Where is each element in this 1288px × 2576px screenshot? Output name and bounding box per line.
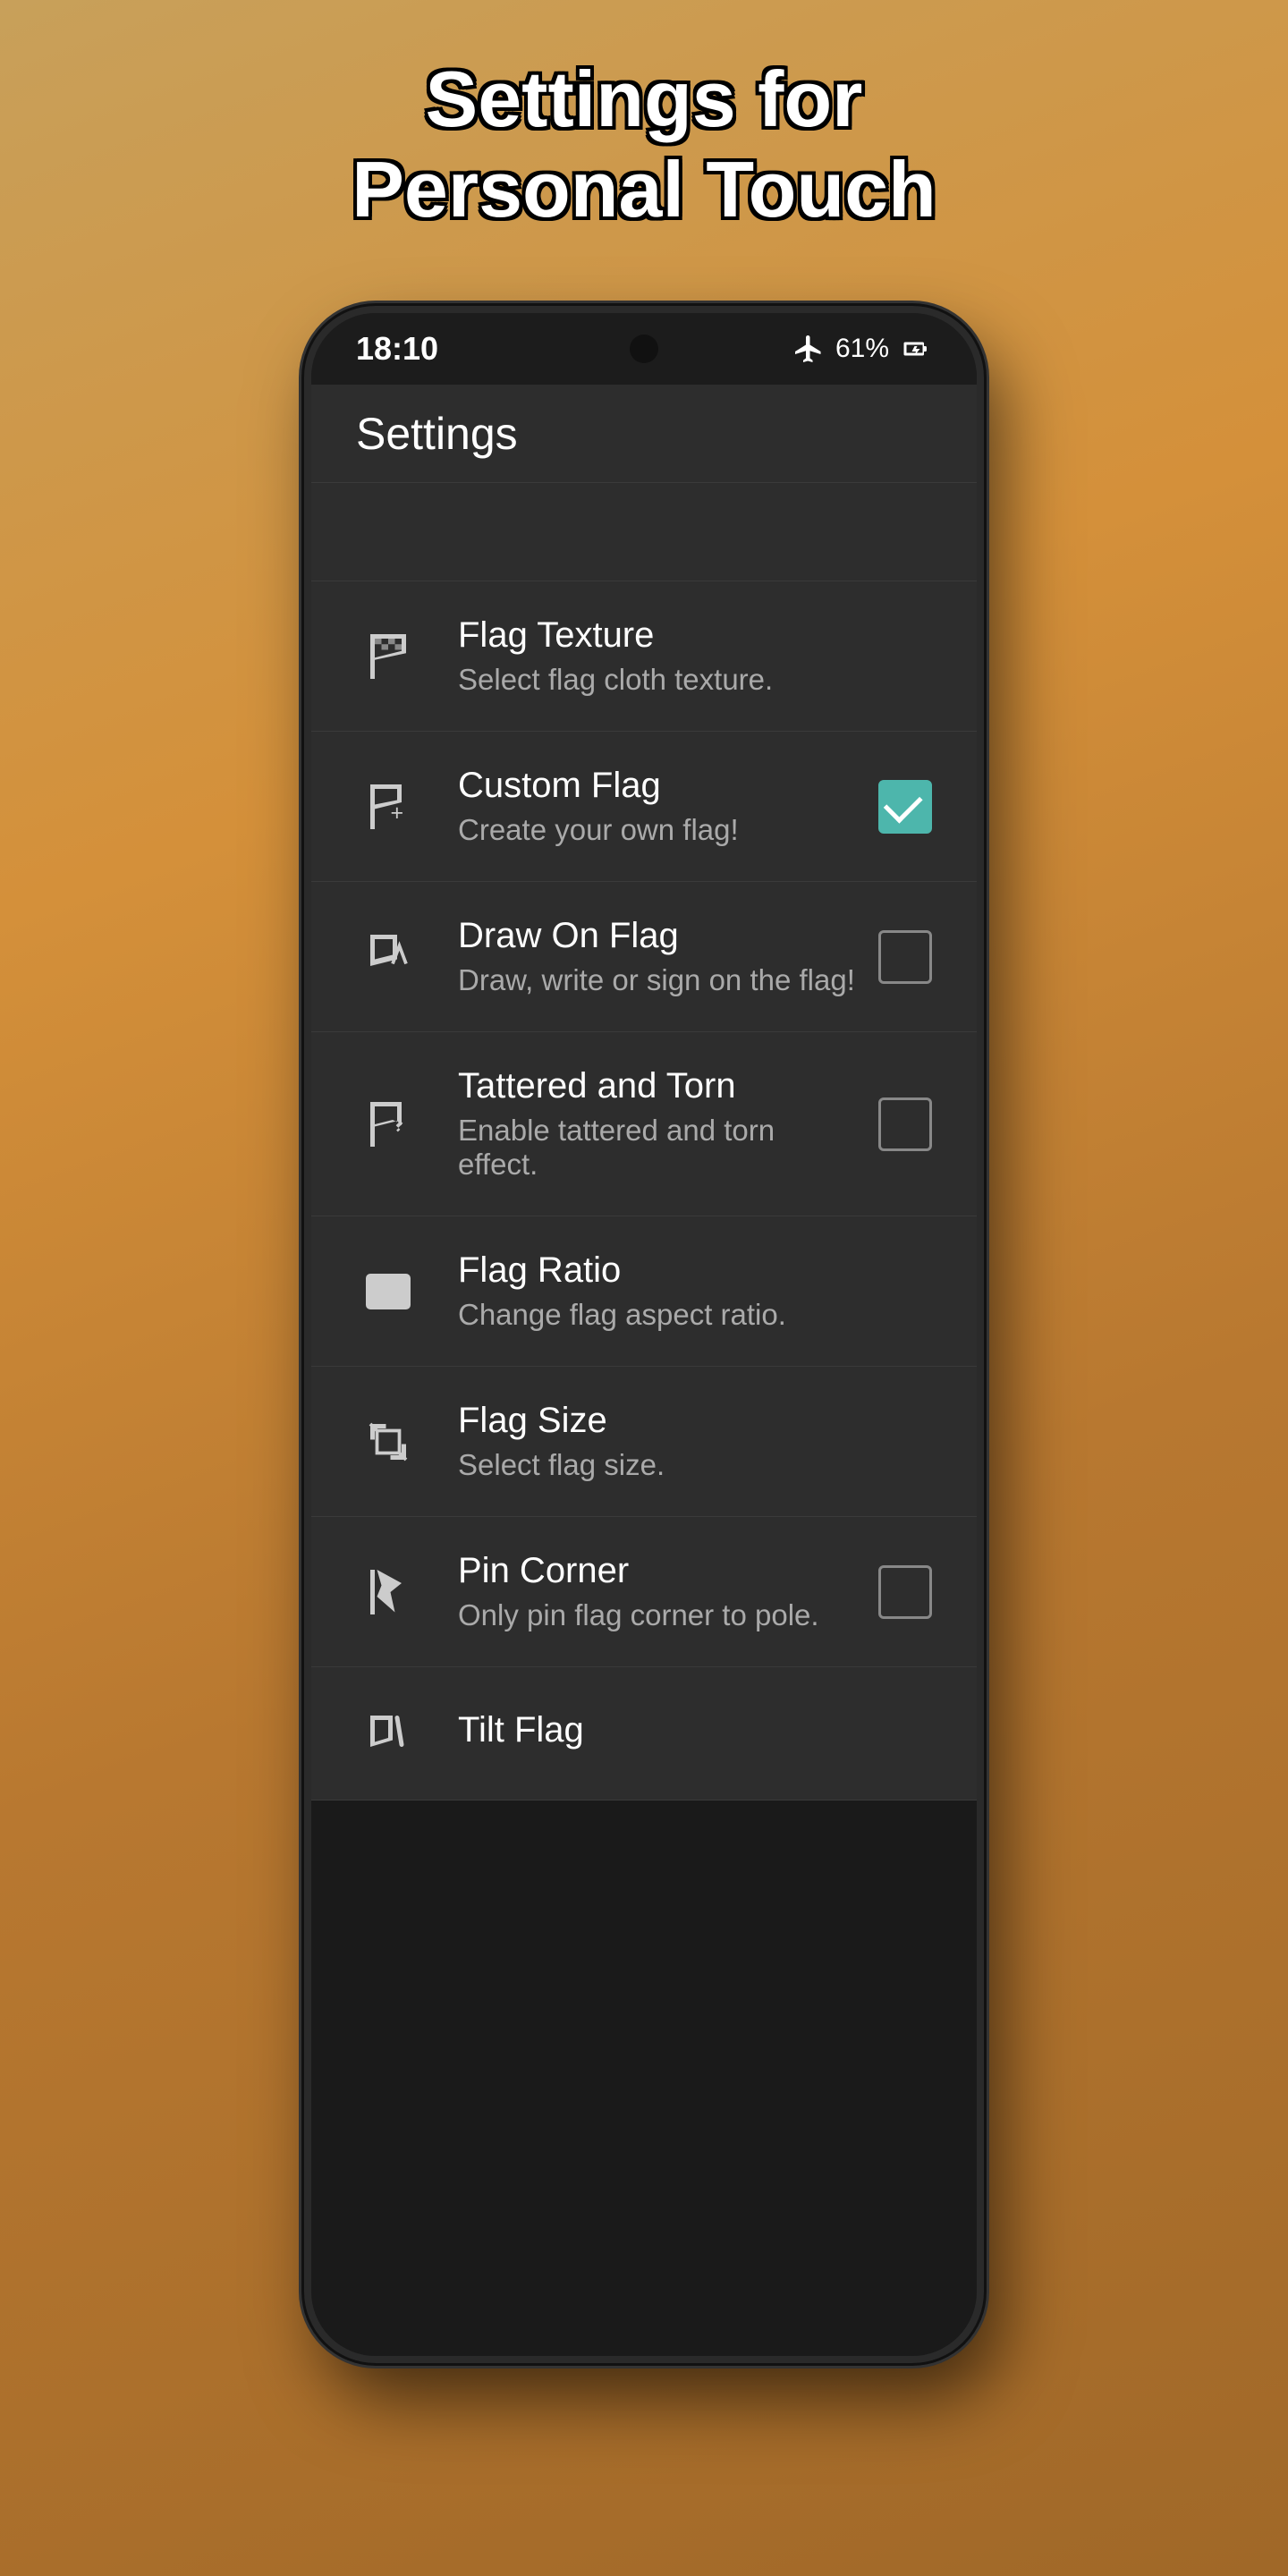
- draw-on-flag-checkbox[interactable]: [878, 930, 932, 984]
- settings-item-tilt-flag[interactable]: Tilt Flag: [311, 1667, 977, 1801]
- settings-item-custom-flag[interactable]: + Custom Flag Create your own flag!: [311, 732, 977, 882]
- custom-flag-icon: +: [356, 775, 420, 839]
- page-title: Settings for Personal Touch: [280, 54, 1008, 234]
- settings-item-pin-corner[interactable]: Pin Corner Only pin flag corner to pole.: [311, 1517, 977, 1667]
- flag-size-text: Flag Size Select flag size.: [458, 1401, 932, 1482]
- settings-item-tattered[interactable]: Tattered and Torn Enable tattered and to…: [311, 1032, 977, 1216]
- tattered-text: Tattered and Torn Enable tattered and to…: [458, 1066, 857, 1182]
- airplane-icon: [792, 333, 825, 365]
- flag-texture-text: Flag Texture Select flag cloth texture.: [458, 615, 932, 697]
- settings-item-flag-texture[interactable]: Flag Texture Select flag cloth texture.: [311, 581, 977, 732]
- pin-corner-checkbox[interactable]: [878, 1565, 932, 1619]
- status-bar: 18:10 61%: [311, 313, 977, 385]
- flag-ratio-text: Flag Ratio Change flag aspect ratio.: [458, 1250, 932, 1332]
- app-bar-title: Settings: [356, 408, 518, 460]
- battery-text: 61%: [835, 334, 889, 364]
- size-icon: [356, 1410, 420, 1474]
- status-icons: 61%: [792, 333, 932, 365]
- pin-corner-text: Pin Corner Only pin flag corner to pole.: [458, 1551, 857, 1632]
- ratio-icon: [356, 1259, 420, 1324]
- custom-flag-text: Custom Flag Create your own flag!: [458, 766, 857, 847]
- settings-item-draw-on-flag[interactable]: Draw On Flag Draw, write or sign on the …: [311, 882, 977, 1032]
- settings-item-flag-ratio[interactable]: Flag Ratio Change flag aspect ratio.: [311, 1216, 977, 1367]
- draw-on-flag-text: Draw On Flag Draw, write or sign on the …: [458, 916, 857, 997]
- tattered-checkbox[interactable]: [878, 1097, 932, 1151]
- svg-text:+: +: [391, 801, 404, 826]
- search-area[interactable]: [311, 483, 977, 581]
- settings-item-flag-size[interactable]: Flag Size Select flag size.: [311, 1367, 977, 1517]
- settings-list: Flag Texture Select flag cloth texture. …: [311, 581, 977, 1801]
- app-bar: Settings: [311, 385, 977, 483]
- tilt-icon: [356, 1701, 420, 1766]
- status-time: 18:10: [356, 330, 438, 368]
- tattered-icon: [356, 1092, 420, 1157]
- draw-flag-icon: [356, 925, 420, 989]
- battery-icon: [900, 333, 932, 365]
- pin-icon: [356, 1560, 420, 1624]
- phone-shell: 18:10 61% Settings: [304, 306, 984, 2363]
- tilt-flag-text: Tilt Flag: [458, 1710, 932, 1758]
- custom-flag-checkbox[interactable]: [878, 780, 932, 834]
- camera-notch: [630, 335, 658, 363]
- flag-texture-icon: [356, 624, 420, 689]
